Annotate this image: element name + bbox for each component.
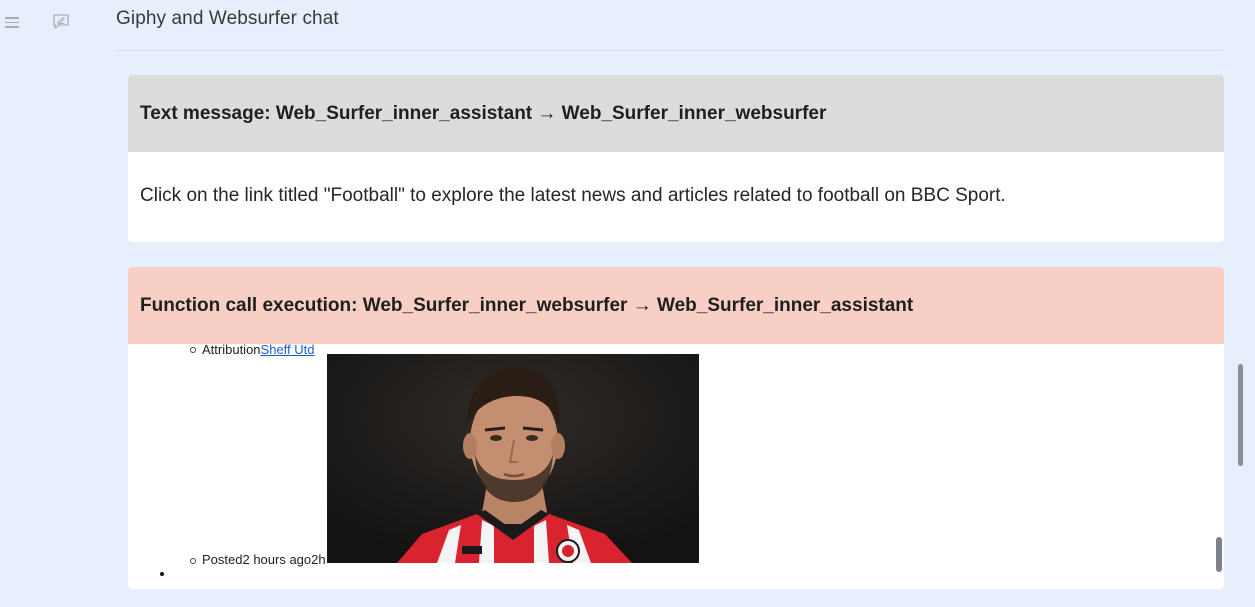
left-rail	[0, 0, 110, 607]
card-scrollbar-thumb[interactable]	[1216, 537, 1222, 572]
message-card: Text message: Web_Surfer_inner_assistant…	[128, 75, 1224, 242]
posted-time-short: 2h	[311, 552, 326, 567]
new-chat-icon[interactable]	[52, 13, 70, 31]
page-title: Giphy and Websurfer chat	[116, 8, 339, 29]
posted-label: Posted	[202, 552, 243, 567]
list-bullet	[190, 556, 198, 564]
attribution-link[interactable]: Sheff Utd	[261, 342, 315, 357]
message-header: Function call execution: Web_Surfer_inne…	[128, 267, 1224, 344]
message-card: Function call execution: Web_Surfer_inne…	[128, 267, 1224, 589]
message-body: Click on the link titled "Football" to e…	[140, 185, 1006, 206]
page-scrollbar-thumb[interactable]	[1238, 364, 1243, 466]
function-call-output: AttributionSheff Utd Posted2 hours ago2h	[128, 342, 1224, 589]
message-header: Text message: Web_Surfer_inner_assistant…	[128, 75, 1224, 152]
attribution-label: Attribution	[202, 342, 261, 357]
posted-time: 2 hours ago	[242, 552, 312, 567]
hamburger-menu-icon[interactable]	[5, 14, 19, 30]
list-bullet	[160, 572, 164, 576]
news-image	[327, 354, 699, 563]
chat-header: Giphy and Websurfer chat	[116, 0, 1222, 51]
list-bullet	[190, 345, 198, 353]
app-window: Giphy and Websurfer chat Text message: W…	[0, 0, 1255, 607]
attribution-row: AttributionSheff Utd	[202, 342, 315, 357]
posted-row: Posted2 hours ago2h	[202, 552, 326, 567]
